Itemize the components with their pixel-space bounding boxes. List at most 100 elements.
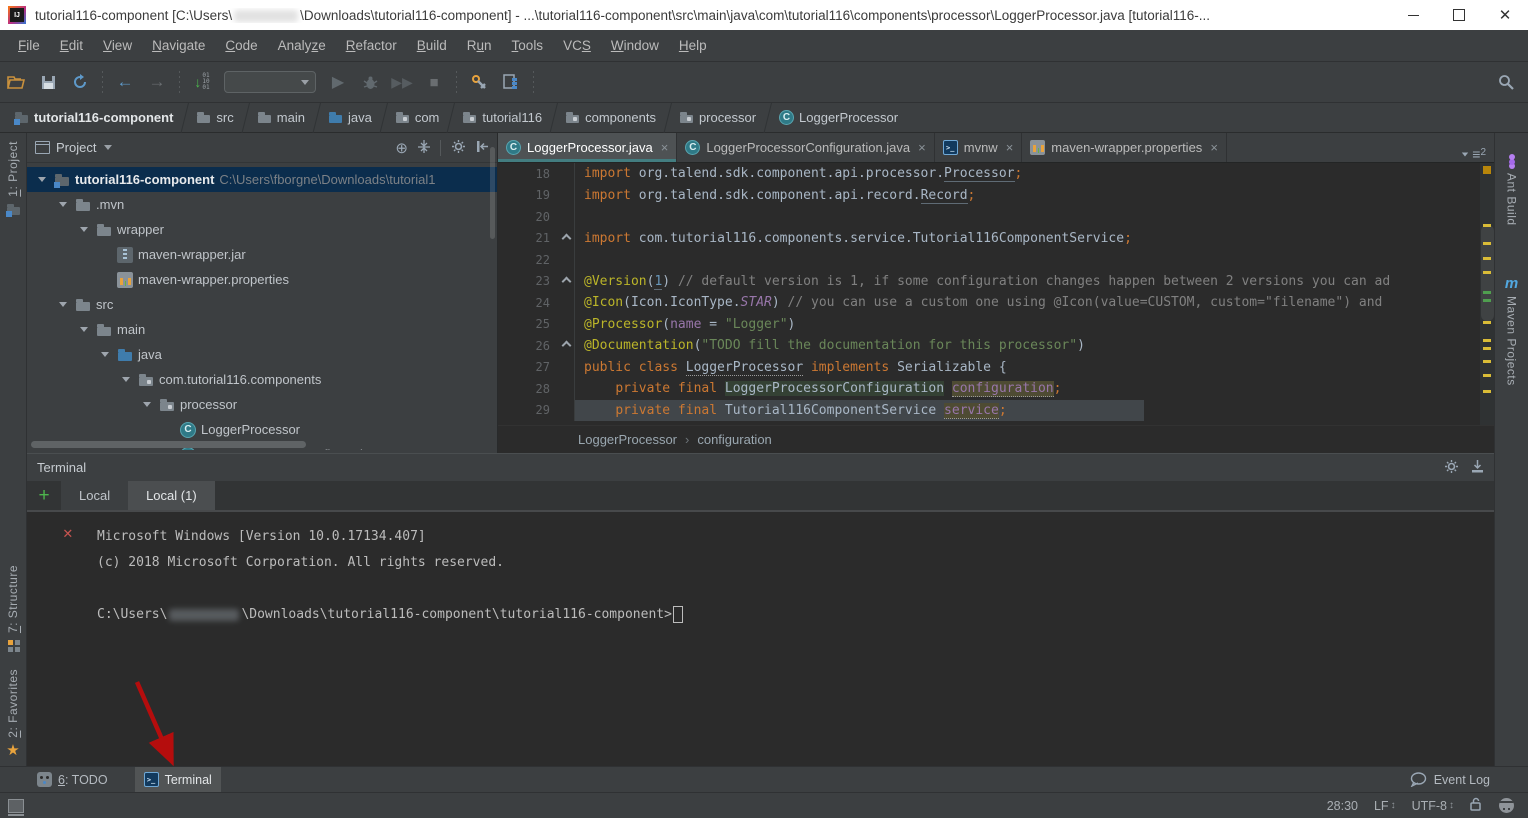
fold-icon[interactable] [560,228,575,250]
caret-position[interactable]: 28:30 [1327,799,1358,813]
tool-button-2-favorites[interactable]: 2: Favorites★ [6,661,21,766]
expand-arrow-icon[interactable] [140,402,154,407]
tree-item-java[interactable]: java [27,342,497,367]
editor-breadcrumb-loggerprocessor[interactable]: LoggerProcessor [578,432,677,447]
menu-run[interactable]: Run [457,30,502,61]
event-log-button[interactable]: Event Log [1410,772,1528,787]
coverage-icon[interactable]: ▶▶ [388,68,416,96]
expand-arrow-icon[interactable] [56,302,70,307]
menu-build[interactable]: Build [407,30,457,61]
menu-view[interactable]: View [93,30,142,61]
code-line-29[interactable]: 29 private final Tutorial116ComponentSer… [498,400,1480,422]
tree-item-maven-wrapper-jar[interactable]: maven-wrapper.jar [27,242,497,267]
locate-file-icon[interactable]: ⊕ [395,139,408,157]
code-editor[interactable]: 18import org.talend.sdk.component.api.pr… [498,163,1480,426]
breadcrumb-main[interactable]: main [251,103,311,133]
code-line-23[interactable]: 23@Version(1) // default version is 1, i… [498,271,1480,293]
expand-arrow-icon[interactable] [35,177,49,182]
terminal-tab-local[interactable]: Local [61,481,128,510]
run-icon[interactable]: ▶ [324,68,352,96]
close-session-icon[interactable]: ✕ [63,523,73,542]
tree-item-src[interactable]: src [27,292,497,317]
menu-analyze[interactable]: Analyze [268,30,336,61]
error-stripe[interactable] [1480,163,1494,426]
close-tab-icon[interactable]: × [1210,140,1218,155]
breadcrumb-components[interactable]: components [559,103,662,133]
expand-arrow-icon[interactable] [98,352,112,357]
code-line-22[interactable]: 22 [498,249,1480,271]
breadcrumb-java[interactable]: java [322,103,378,133]
project-structure-icon[interactable] [497,68,525,96]
terminal-output[interactable]: ✕ Microsoft Windows [Version 10.0.17134.… [27,512,1494,766]
inspections-hector-icon[interactable] [1499,798,1514,813]
code-line-28[interactable]: 28 private final LoggerProcessorConfigur… [498,378,1480,400]
back-icon[interactable]: ← [111,68,139,96]
hidden-tabs-list-icon[interactable]: ≡2 [1472,146,1486,162]
menu-navigate[interactable]: Navigate [142,30,215,61]
gear-icon[interactable] [1444,459,1459,477]
open-icon[interactable] [2,68,30,96]
tool-button-maven-projects[interactable]: mMaven Projects [1504,268,1519,394]
menu-vcs[interactable]: VCS [553,30,601,61]
tree-item-maven-wrapper-properties[interactable]: maven-wrapper.properties [27,267,497,292]
tool-button-7-structure[interactable]: 7: Structure [6,557,21,661]
tool-button-1-project[interactable]: 1: Project [6,133,21,225]
tree-item-processor[interactable]: processor [27,392,497,417]
menu-help[interactable]: Help [669,30,717,61]
tree-item-mvn[interactable]: .mvn [27,192,497,217]
terminal-button[interactable]: Terminal [135,767,221,793]
fold-icon[interactable] [560,335,575,357]
editor-tab-loggerprocessorconfiguration-java[interactable]: LoggerProcessorConfiguration.java× [677,133,934,162]
vertical-scrollbar[interactable] [490,147,495,239]
forward-icon[interactable]: → [143,68,171,96]
editor-tab-loggerprocessor-java[interactable]: LoggerProcessor.java× [498,133,677,162]
close-tab-icon[interactable]: × [918,140,926,155]
save-icon[interactable] [34,68,62,96]
code-line-20[interactable]: 20 [498,206,1480,228]
fold-icon[interactable] [560,271,575,293]
settings-wrench-icon[interactable] [465,68,493,96]
breadcrumb-loggerprocessor[interactable]: LoggerProcessor [773,103,904,133]
minimize-button[interactable] [1390,0,1436,30]
editor-breadcrumb-configuration[interactable]: configuration [697,432,771,447]
encoding-selector[interactable]: UTF-8↕ [1412,799,1454,813]
stop-icon[interactable]: ■ [420,68,448,96]
inspection-indicator-icon[interactable] [1483,166,1491,174]
hide-panel-icon[interactable] [1471,460,1484,476]
line-separator-selector[interactable]: LF↕ [1374,799,1396,813]
breadcrumb-tutorial116[interactable]: tutorial116 [456,103,548,133]
tree-item-com-tutorial116-components[interactable]: com.tutorial116.components [27,367,497,392]
lock-icon[interactable] [1470,797,1483,814]
code-line-21[interactable]: 21import com.tutorial116.components.serv… [498,228,1480,250]
menu-edit[interactable]: Edit [50,30,93,61]
expand-arrow-icon[interactable] [77,327,91,332]
expand-arrow-icon[interactable] [56,202,70,207]
code-line-24[interactable]: 24@Icon(Icon.IconType.STAR) // you can u… [498,292,1480,314]
gear-icon[interactable] [451,139,466,157]
collapse-all-icon[interactable] [418,140,430,156]
todo-button[interactable]: 6: TODO [28,767,117,793]
new-session-icon[interactable]: + [27,482,61,510]
close-button[interactable]: ✕ [1482,0,1528,30]
tool-button-ant-build[interactable]: Ant Build [1504,145,1519,234]
synchronize-icon[interactable] [66,68,94,96]
breadcrumb-src[interactable]: src [190,103,239,133]
tree-item-tutorial116-component[interactable]: tutorial116-componentC:\Users\fborgne\Do… [27,167,497,192]
hide-panel-icon[interactable] [476,140,489,156]
close-tab-icon[interactable]: × [1006,140,1014,155]
breadcrumb-tutorial116-component[interactable]: tutorial116-component [8,103,179,133]
editor-tab-mvnw[interactable]: mvnw× [935,133,1023,162]
toolwindow-toggle-icon[interactable] [8,799,24,813]
tree-item-main[interactable]: main [27,317,497,342]
tree-item-wrapper[interactable]: wrapper [27,217,497,242]
menu-tools[interactable]: Tools [502,30,554,61]
expand-arrow-icon[interactable] [119,377,133,382]
breadcrumb-com[interactable]: com [389,103,446,133]
tree-item-loggerprocessor[interactable]: LoggerProcessor [27,417,497,442]
terminal-tab-local-1[interactable]: Local (1) [128,481,215,510]
code-line-19[interactable]: 19import org.talend.sdk.component.api.re… [498,185,1480,207]
maximize-button[interactable] [1436,0,1482,30]
chevron-down-icon[interactable] [104,145,112,150]
debug-icon[interactable] [356,68,384,96]
code-line-25[interactable]: 25@Processor(name = "Logger") [498,314,1480,336]
